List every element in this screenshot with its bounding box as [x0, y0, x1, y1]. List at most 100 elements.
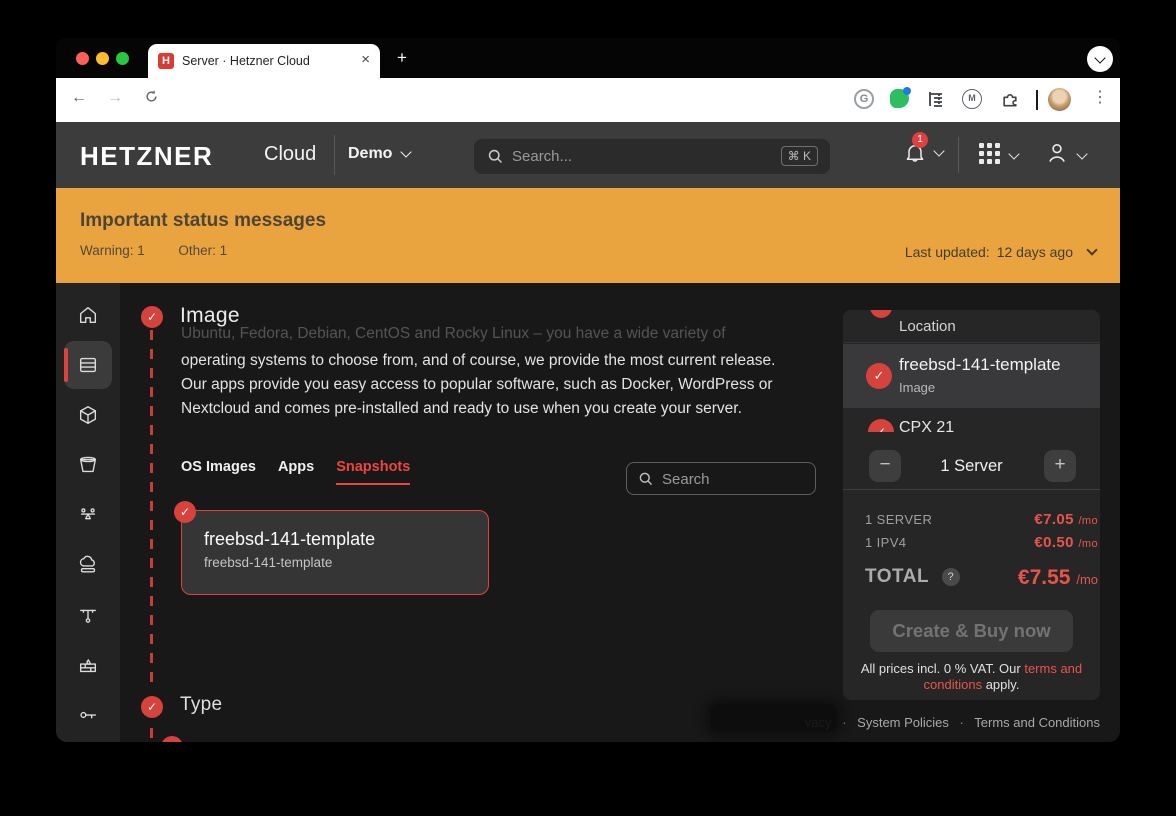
tree-extension-icon[interactable]	[926, 89, 948, 111]
image-intro-text: operating systems to choose from, and of…	[181, 349, 803, 422]
price-value: €7.05 /mo	[1034, 511, 1098, 528]
location-check-icon: ✓	[870, 310, 892, 318]
price-value: €0.50 /mo	[1034, 534, 1098, 551]
sidebar-item-firewalls[interactable]	[56, 641, 120, 689]
image-tabs: OS Images Apps Snapshots	[181, 459, 410, 485]
price-label: 1 SERVER	[865, 512, 932, 527]
image-check-icon: ✓	[866, 363, 892, 389]
vat-notice: All prices incl. 0 % VAT. Our terms and …	[855, 661, 1088, 692]
keyboard-shortcut-badge: ⌘ K	[781, 146, 818, 166]
other-label: Other:	[178, 243, 216, 258]
snapshot-search-input[interactable]	[662, 467, 802, 491]
tab-apps[interactable]: Apps	[278, 459, 314, 485]
increase-count-button[interactable]: +	[1044, 450, 1076, 482]
forward-button[interactable]: →	[104, 89, 126, 107]
chevron-down-icon	[1094, 52, 1105, 63]
tab-close-icon[interactable]: ×	[361, 51, 370, 68]
price-line-ipv4: 1 IPV4 €0.50 /mo	[865, 535, 1088, 551]
firewall-icon	[77, 654, 99, 676]
sidebar-item-networks[interactable]	[56, 591, 120, 639]
chevron-down-icon	[1086, 244, 1097, 255]
summary-scroll-viewport[interactable]: ✓ Location ✓ freebsd-141-template Image …	[843, 310, 1100, 432]
sidebar-item-floating-ips[interactable]	[56, 541, 120, 589]
help-icon[interactable]: ?	[942, 568, 960, 586]
m-extension-icon[interactable]: M	[962, 89, 984, 111]
chevron-down-icon	[401, 146, 412, 157]
notifications-menu[interactable]: 1	[901, 134, 947, 174]
summary-item-image[interactable]: ✓ freebsd-141-template Image	[843, 344, 1100, 408]
tab-search-button[interactable]	[1087, 46, 1113, 72]
account-menu[interactable]	[1044, 140, 1090, 170]
hetzner-favicon-icon: H	[158, 53, 174, 69]
system-policies-link[interactable]: System Policies	[857, 715, 949, 730]
notification-badge: 1	[912, 132, 928, 148]
last-updated-dropdown[interactable]: Last updated: 12 days ago	[905, 244, 1096, 260]
summary-item-type[interactable]: ✓ CPX 21	[843, 409, 1100, 432]
last-updated-value: 12 days ago	[997, 244, 1073, 260]
key-icon	[77, 704, 99, 726]
tab-os-images[interactable]: OS Images	[181, 459, 256, 485]
terms-conditions-link[interactable]: Terms and Conditions	[974, 715, 1100, 730]
browser-profile-avatar[interactable]	[1048, 88, 1071, 111]
price-line-server: 1 SERVER €7.05 /mo	[865, 512, 1088, 528]
close-window-button[interactable]	[76, 52, 89, 65]
type-check-icon: ✓	[868, 419, 894, 432]
order-summary-panel: ✓ Location ✓ freebsd-141-template Image …	[843, 310, 1100, 700]
servers-icon	[77, 354, 99, 376]
load-balancer-icon	[77, 504, 99, 526]
global-search-input[interactable]	[512, 144, 742, 168]
type-section-title: Type	[180, 694, 222, 716]
last-updated-label: Last updated:	[905, 244, 990, 260]
browser-toolbar: ← → console.hetzner.cloud/projects/38737…	[56, 78, 1120, 122]
cloud-icon	[77, 554, 99, 576]
sidebar-item-images[interactable]	[56, 391, 120, 439]
back-button[interactable]: ←	[68, 89, 90, 107]
browser-menu-icon[interactable]: ⋮	[1092, 87, 1108, 107]
total-row: TOTAL ? €7.55 /mo	[865, 566, 1088, 592]
tab-title: Server · Hetzner Cloud	[182, 54, 310, 68]
zoom-window-button[interactable]	[116, 52, 129, 65]
cube-icon	[77, 404, 99, 426]
network-icon	[77, 604, 99, 626]
create-buy-button[interactable]: Create & Buy now	[870, 610, 1073, 652]
server-count-stepper: − 1 Server +	[843, 436, 1100, 490]
header-divider	[334, 135, 335, 175]
new-tab-button[interactable]: +	[390, 46, 414, 70]
status-banner-counts: Warning: 1 Other: 1	[80, 243, 227, 258]
summary-image-title: freebsd-141-template	[899, 355, 1061, 375]
snapshot-subtitle: freebsd-141-template	[204, 555, 332, 570]
header-divider	[958, 137, 959, 173]
snapshot-selected-check-icon: ✓	[174, 501, 196, 523]
browser-tab[interactable]: H Server · Hetzner Cloud ×	[148, 44, 380, 78]
minimize-window-button[interactable]	[96, 52, 109, 65]
tooltip-overlay	[710, 704, 837, 732]
status-banner: Important status messages Warning: 1 Oth…	[56, 188, 1120, 283]
total-price: €7.55 /mo	[1018, 566, 1098, 590]
sidebar-item-servers[interactable]	[56, 341, 120, 389]
summary-item-location[interactable]: ✓ Location	[843, 310, 1100, 343]
global-search[interactable]: ⌘ K	[474, 139, 830, 174]
reload-icon	[144, 89, 159, 104]
progress-dashed-line	[150, 728, 153, 742]
sidebar-item-storage[interactable]	[56, 441, 120, 489]
snapshot-card[interactable]: ✓ freebsd-141-template freebsd-141-templ…	[181, 510, 489, 595]
sidebar-item-home[interactable]	[56, 291, 120, 339]
tab-snapshots[interactable]: Snapshots	[336, 459, 410, 485]
apps-grid-icon	[979, 143, 1000, 164]
browser-tabstrip: H Server · Hetzner Cloud × +	[56, 38, 1120, 78]
type-selected-check-icon: ✓	[161, 736, 183, 742]
extensions-puzzle-icon[interactable]	[1000, 89, 1022, 111]
search-icon	[487, 148, 504, 165]
sidebar-item-load-balancers[interactable]	[56, 491, 120, 539]
apps-menu[interactable]	[979, 143, 1021, 169]
evernote-extension-icon[interactable]	[890, 89, 912, 111]
chevron-down-icon	[1008, 148, 1019, 159]
snapshot-search[interactable]	[626, 462, 816, 495]
browser-window: H Server · Hetzner Cloud × + ← → console…	[56, 38, 1120, 742]
sidebar-item-security[interactable]	[56, 691, 120, 739]
total-label: TOTAL	[865, 566, 929, 588]
grammarly-extension-icon[interactable]: G	[854, 89, 876, 111]
project-selector[interactable]: Demo	[348, 145, 410, 163]
reload-button[interactable]	[140, 89, 162, 109]
hetzner-logo[interactable]: HETZNER	[80, 141, 213, 172]
